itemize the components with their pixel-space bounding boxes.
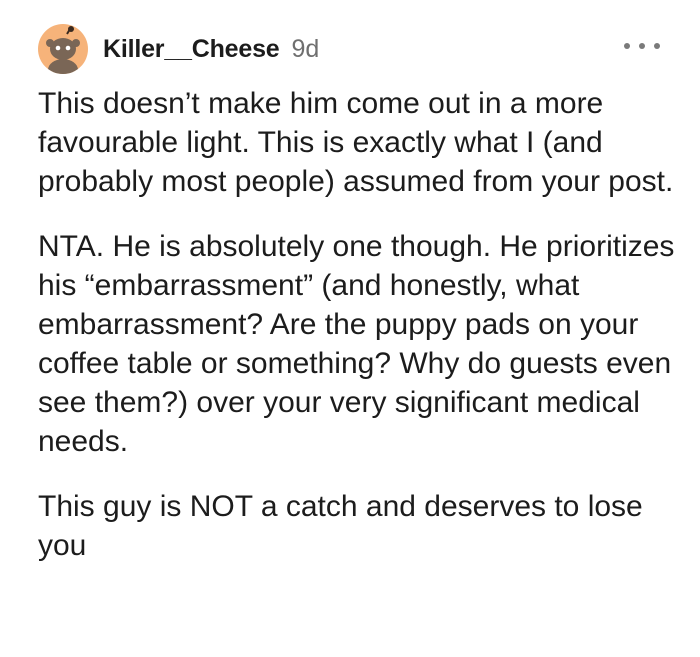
comment: Killer__Cheese 9d This doesn’t make him … bbox=[0, 0, 700, 657]
more-options-icon-dot bbox=[639, 43, 645, 49]
username-link[interactable]: Killer__Cheese bbox=[103, 35, 280, 64]
more-options-icon-dot bbox=[654, 43, 660, 49]
comment-age: 9d bbox=[291, 34, 320, 63]
comment-paragraph: NTA. He is absolutely one though. He pri… bbox=[38, 230, 675, 458]
comment-header: Killer__Cheese 9d bbox=[38, 24, 319, 74]
comment-body: This doesn’t make him come out in a more… bbox=[38, 84, 678, 565]
more-options-button[interactable] bbox=[624, 36, 660, 56]
snoo-avatar-icon bbox=[46, 26, 80, 74]
comment-paragraph: This guy is NOT a catch and deserves to … bbox=[38, 490, 643, 562]
avatar[interactable] bbox=[38, 24, 88, 74]
comment-paragraph: This doesn’t make him come out in a more… bbox=[38, 87, 674, 198]
more-options-icon bbox=[624, 43, 630, 49]
